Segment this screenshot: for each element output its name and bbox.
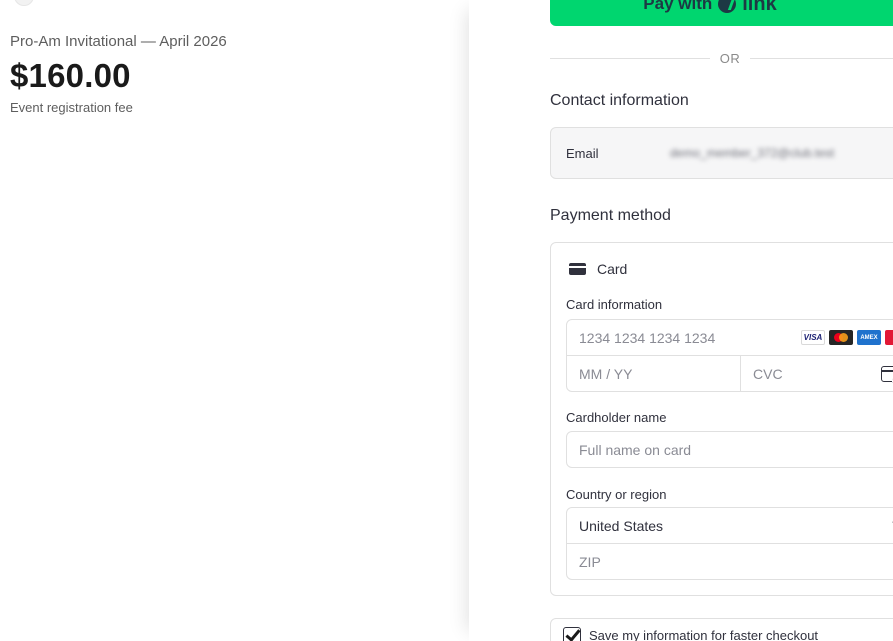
cardholder-placeholder: Full name on card [579,441,692,458]
credit-card-icon [569,263,586,275]
save-info-label: Save my information for faster checkout [589,628,819,641]
cvc-input[interactable]: CVC 123 [740,355,893,392]
zip-placeholder: ZIP [579,553,601,570]
zip-input[interactable]: ZIP [566,543,893,580]
country-value: United States [579,517,664,534]
expiry-placeholder: MM / YY [579,365,633,382]
cardholder-label: Cardholder name [566,410,667,425]
contact-section-title: Contact information [550,92,689,109]
or-text: OR [719,50,741,66]
link-logo-icon [718,0,737,13]
link-brand: link [742,0,777,15]
save-info-checkbox[interactable] [563,627,581,641]
card-method-label: Card [597,261,628,277]
save-info-option[interactable]: Save my information for faster checkout [550,618,893,641]
mastercard-icon [829,330,853,345]
cardholder-name-input[interactable]: Full name on card [566,431,893,468]
visa-icon: VISA [801,330,825,345]
email-label: Email [566,145,599,161]
product-name: Pro-Am Invitational — April 2026 [10,33,227,50]
payment-method-card-panel: Card Card information 1234 1234 1234 123… [550,242,893,596]
divider-line [550,57,710,59]
divider-line [750,57,893,59]
payment-section-title: Payment method [550,207,671,224]
merchant-logo [14,0,34,6]
cvc-card-icon: 123 [881,366,893,385]
card-method-option[interactable]: Card [569,261,627,277]
price-description: Event registration fee [10,100,133,115]
expiry-input[interactable]: MM / YY [566,355,741,392]
price-total: $160.00 [10,57,131,94]
link-button-prefix: Pay with [643,0,713,13]
order-summary-panel: Pro-Am Invitational — April 2026 $160.00… [0,0,469,641]
country-select[interactable]: United States ▼ [566,507,893,544]
email-field[interactable]: Email demo_member_372@club.test [550,127,893,179]
country-label: Country or region [566,487,667,502]
card-number-placeholder: 1234 1234 1234 1234 [579,329,716,346]
checkout-panel: Pay with link OR Contact information Ema… [469,0,893,641]
or-divider: OR [550,50,893,66]
pay-with-link-button[interactable]: Pay with link [550,0,893,26]
email-value: demo_member_372@club.test [670,146,835,160]
card-info-label: Card information [566,297,663,312]
cvc-placeholder: CVC [753,365,783,382]
unionpay-icon [885,330,893,345]
amex-icon: AMEX [857,330,881,345]
card-number-input[interactable]: 1234 1234 1234 1234 VISA AMEX [566,319,893,356]
card-brands: VISA AMEX [801,330,893,345]
